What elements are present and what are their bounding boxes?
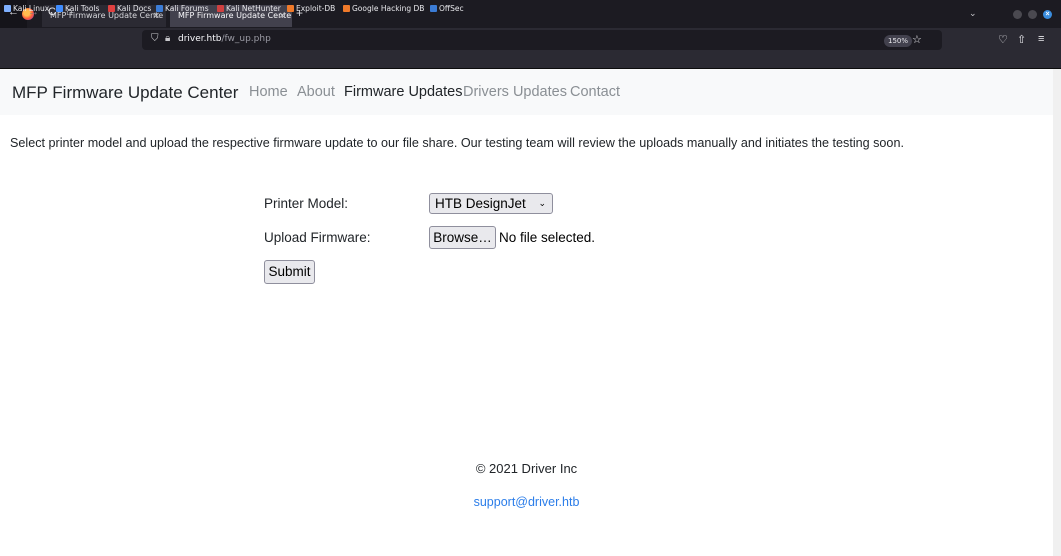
- offsec-icon: [430, 5, 437, 12]
- chevron-down-icon: ⌄: [538, 198, 546, 208]
- browse-button[interactable]: Browse…: [429, 226, 496, 249]
- menu-hamburger-icon[interactable]: ≡: [1038, 33, 1044, 45]
- bookmark-label: Exploit-DB: [296, 4, 336, 13]
- bookmark-offsec[interactable]: OffSec: [430, 3, 464, 14]
- nav-link-about[interactable]: About: [297, 84, 335, 100]
- bookmark-label: Kali Tools: [65, 4, 100, 13]
- upload-firmware-label: Upload Firmware:: [264, 230, 371, 245]
- exploit-db-icon: [287, 5, 294, 12]
- no-file-selected-text: No file selected.: [499, 230, 596, 245]
- support-email-link[interactable]: support@driver.htb: [0, 495, 1053, 509]
- bookmark-kali-nethunter[interactable]: Kali NetHunter: [217, 3, 281, 14]
- url-host: driver.htb: [178, 34, 222, 44]
- submit-button[interactable]: Submit: [264, 260, 315, 284]
- bookmark-exploit-db[interactable]: Exploit-DB: [287, 3, 335, 14]
- kali-linux-icon: [4, 5, 11, 12]
- bookmark-kali-forums[interactable]: Kali Forums: [156, 3, 209, 14]
- bookmark-star-icon[interactable]: ☆: [912, 33, 922, 46]
- nav-link-home[interactable]: Home: [249, 84, 288, 100]
- nav-link-drivers-updates[interactable]: Drivers Updates: [463, 84, 567, 100]
- url-text[interactable]: driver.htb/fw_up.php: [178, 34, 271, 44]
- bookmark-label: Kali NetHunter: [226, 4, 281, 13]
- kali-nethunter-icon: [217, 5, 224, 12]
- site-brand[interactable]: MFP Firmware Update Center: [12, 83, 238, 103]
- intro-text: Select printer model and upload the resp…: [10, 136, 904, 150]
- tracking-shield-icon[interactable]: ⛉: [151, 33, 159, 44]
- zoom-level-badge[interactable]: 150%: [884, 35, 913, 47]
- lock-icon[interactable]: 🔒︎: [165, 33, 170, 44]
- url-path: /fw_up.php: [221, 34, 271, 44]
- maximize-window-button[interactable]: [1028, 10, 1037, 19]
- extensions-icon[interactable]: ⇧: [1017, 33, 1026, 46]
- close-window-button[interactable]: ×: [1043, 10, 1052, 19]
- printer-model-value: HTB DesignJet: [435, 196, 526, 211]
- kali-tools-icon: [56, 5, 63, 12]
- bookmark-label: Kali Linux: [13, 4, 50, 13]
- kali-docs-icon: [108, 5, 115, 12]
- printer-model-label: Printer Model:: [264, 196, 349, 211]
- printer-model-select[interactable]: HTB DesignJet ⌄: [429, 193, 553, 214]
- minimize-window-button[interactable]: [1013, 10, 1022, 19]
- pocket-icon[interactable]: ♡: [998, 33, 1008, 46]
- bookmark-kali-linux[interactable]: Kali Linux: [4, 3, 49, 14]
- page-scrollbar[interactable]: [1053, 69, 1061, 556]
- bookmark-label: Google Hacking DB: [352, 4, 425, 13]
- bookmarks-toolbar: [0, 52, 1061, 69]
- bookmark-label: Kali Forums: [165, 4, 209, 13]
- list-all-tabs-icon[interactable]: ⌄: [969, 8, 977, 19]
- kali-forums-icon: [156, 5, 163, 12]
- nav-link-firmware-updates[interactable]: Firmware Updates: [344, 84, 462, 100]
- google-hacking-db-icon: [343, 5, 350, 12]
- copyright-text: © 2021 Driver Inc: [475, 461, 578, 476]
- reload-icon[interactable]: C: [48, 5, 56, 19]
- bookmark-kali-tools[interactable]: Kali Tools: [56, 3, 99, 14]
- nav-link-contact[interactable]: Contact: [570, 84, 620, 100]
- bookmark-label: Kali Docs: [117, 4, 152, 13]
- bookmark-label: OffSec: [439, 4, 464, 13]
- bookmark-google-hacking-db[interactable]: Google Hacking DB: [343, 3, 424, 14]
- bookmark-kali-docs[interactable]: Kali Docs: [108, 3, 151, 14]
